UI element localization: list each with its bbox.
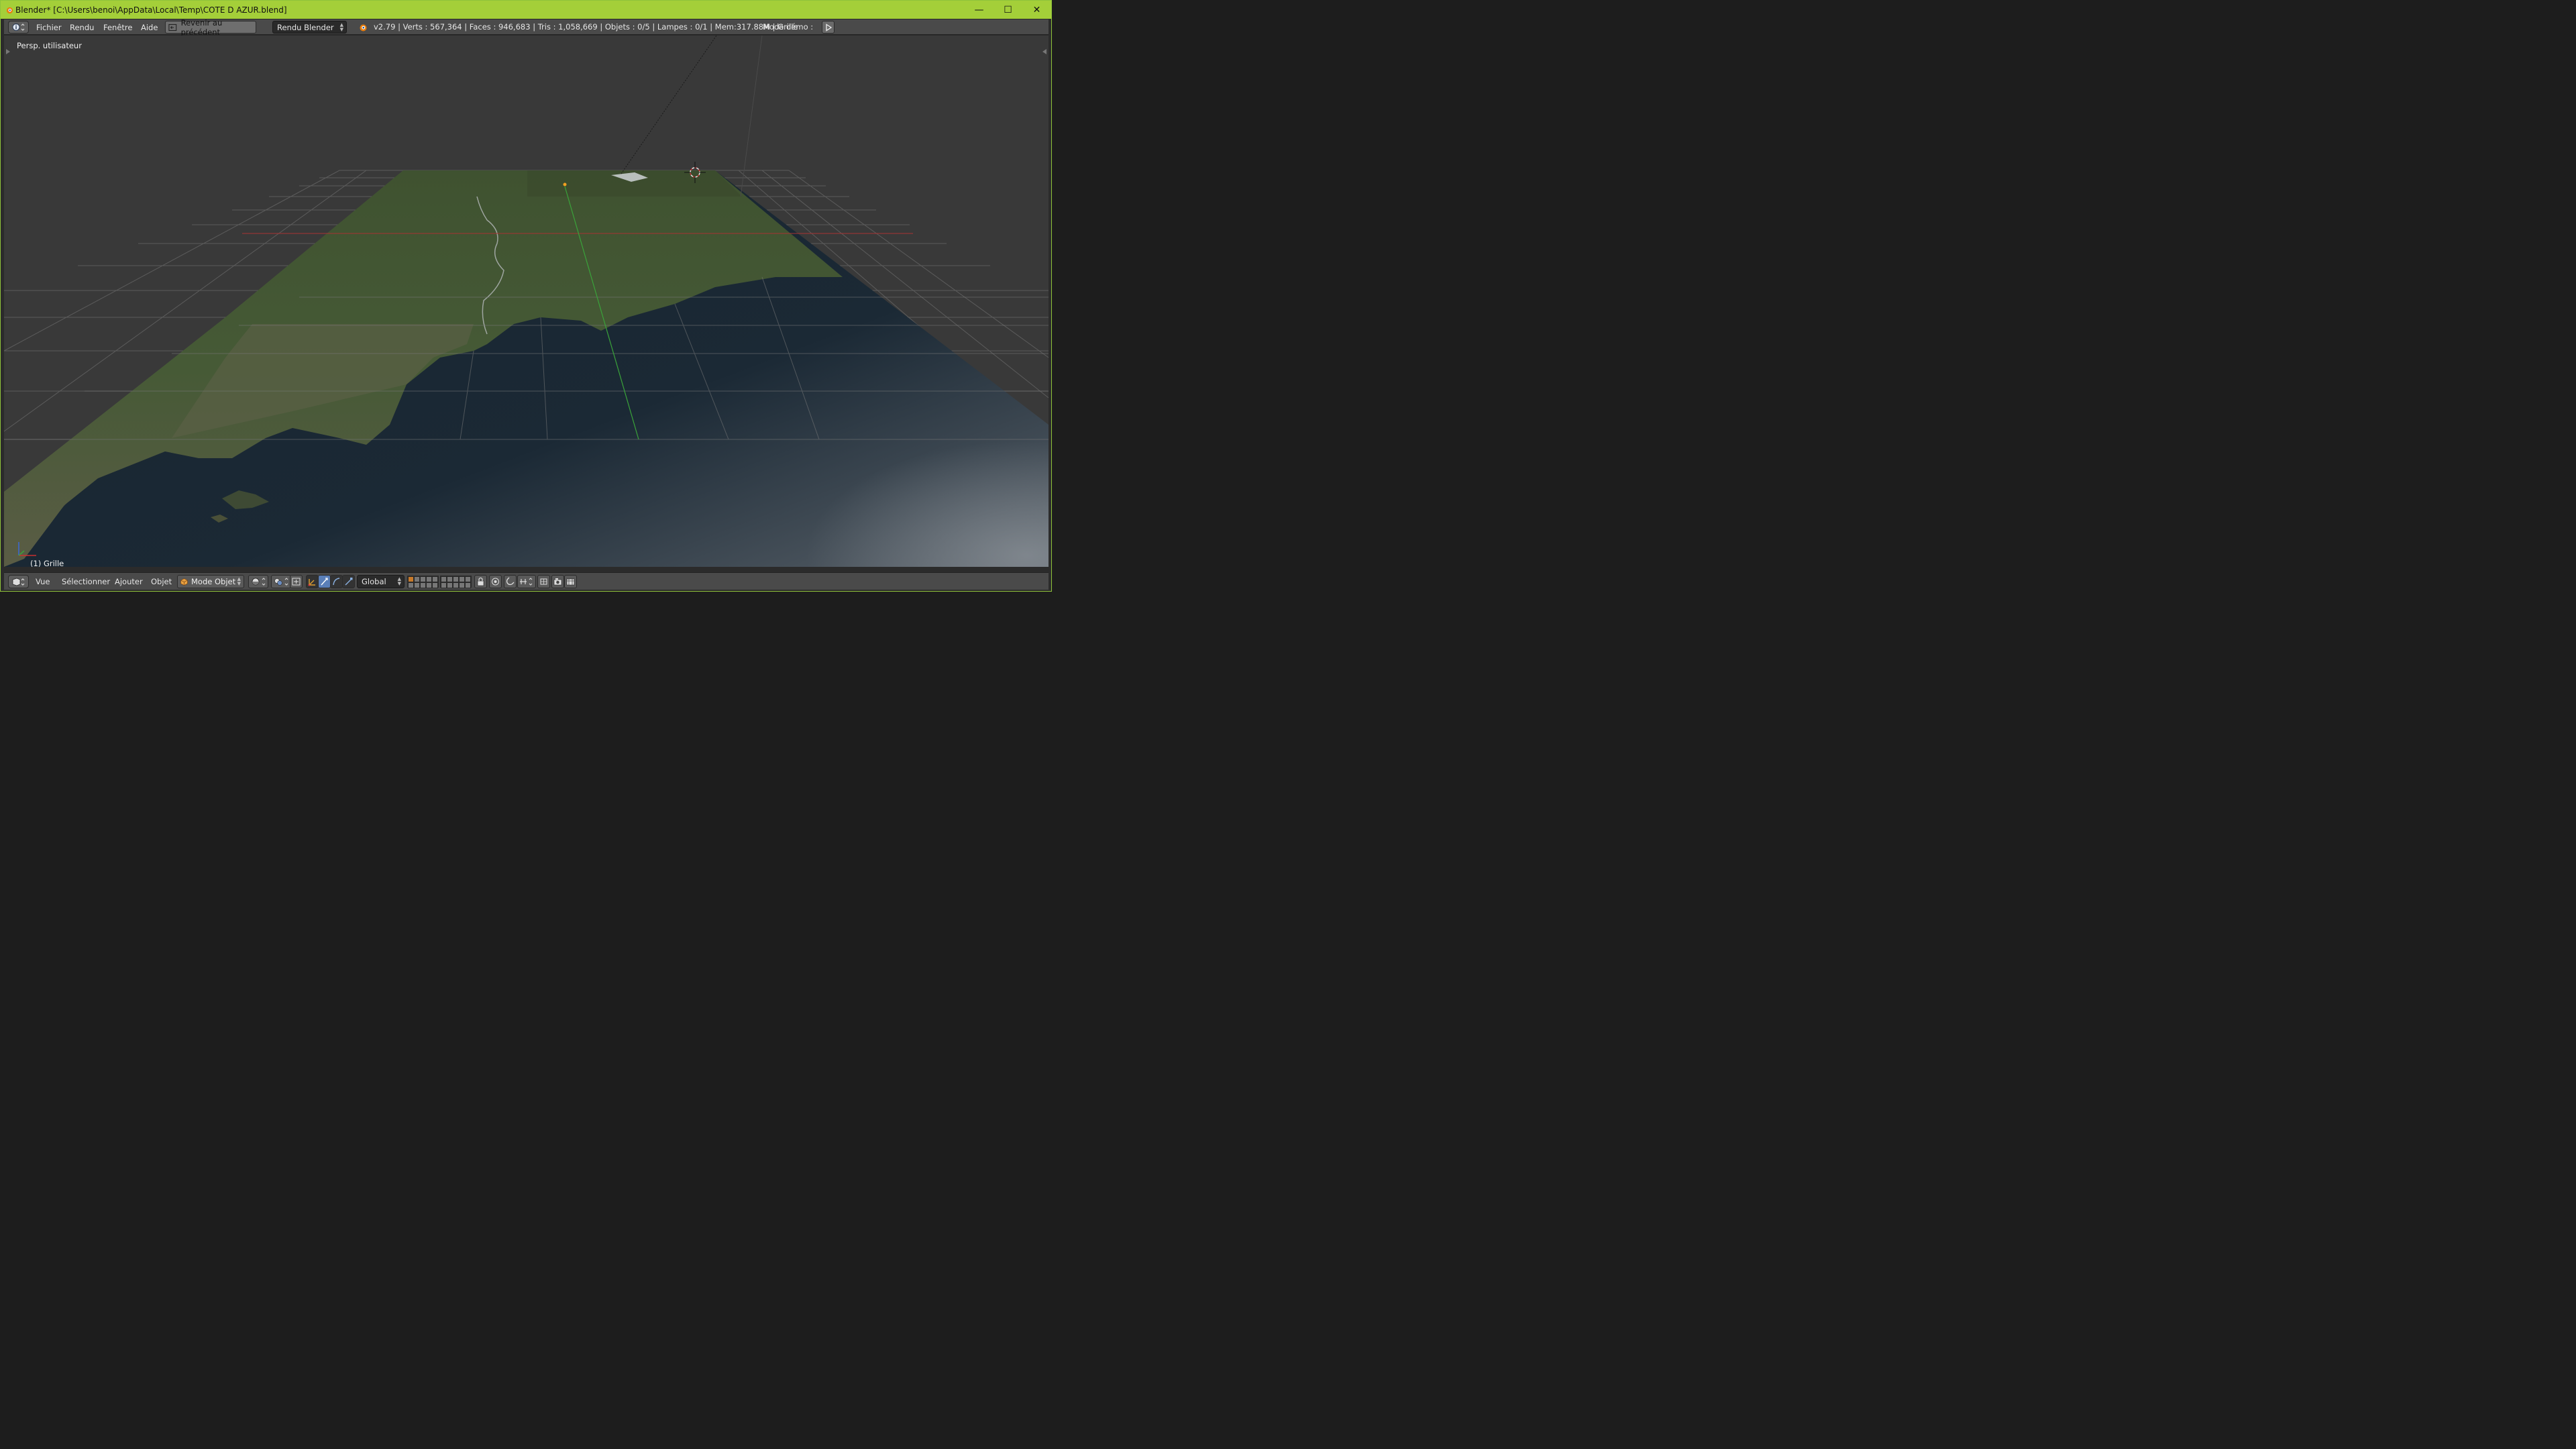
- menu-vue[interactable]: Vue: [36, 576, 50, 587]
- blender-logo-icon: [6, 7, 13, 13]
- menu-aide[interactable]: Aide: [141, 22, 158, 33]
- layer-button[interactable]: [432, 576, 438, 582]
- layer-button[interactable]: [447, 576, 453, 582]
- info-editor-type-button[interactable]: [8, 21, 29, 34]
- menu-objet[interactable]: Objet: [151, 576, 172, 587]
- object-mode-cube-icon: [180, 578, 188, 586]
- layer-button[interactable]: [453, 582, 459, 588]
- render-icon: [553, 578, 562, 586]
- translate-icon: [308, 579, 315, 586]
- viewport-shading-select[interactable]: [248, 575, 268, 588]
- layer-button[interactable]: [459, 582, 465, 588]
- layer-button[interactable]: [420, 582, 426, 588]
- scene-stats: v2.79 | Verts : 567,364 | Faces : 946,68…: [374, 22, 798, 32]
- layer-button[interactable]: [432, 582, 438, 588]
- layer-button[interactable]: [465, 582, 471, 588]
- viewport-scene: [4, 36, 1049, 567]
- layer-button[interactable]: [459, 576, 465, 582]
- snap-element-icon: [520, 578, 533, 586]
- select-arrows-icon: ▲ ▼: [339, 22, 343, 32]
- snap-target-icon: [540, 578, 547, 585]
- render-engine-select[interactable]: Rendu Blender ▲ ▼: [272, 21, 347, 34]
- snap-toggle-button[interactable]: [504, 575, 517, 588]
- transform-orientation-select[interactable]: Global ▲ ▼: [357, 575, 405, 588]
- render-engine-label: Rendu Blender: [277, 22, 334, 32]
- blender-stats-icon: [360, 24, 367, 32]
- layer-button[interactable]: [453, 576, 459, 582]
- maximize-button[interactable]: ☐: [994, 1, 1022, 19]
- anim-icon: [566, 578, 575, 586]
- lamp-direction-line: [621, 36, 717, 174]
- info-header: Fichier Rendu Fenêtre Aide Revenir au pr…: [4, 17, 1049, 37]
- select-arrows-icon: ▲ ▼: [397, 576, 401, 586]
- title-bar: Blender* [C:\Users\benoi\AppData\Local\T…: [1, 1, 1051, 19]
- layers-group-2[interactable]: [440, 576, 472, 588]
- layers-group-1[interactable]: [407, 576, 439, 588]
- active-object-label: (1) Grille: [30, 559, 64, 567]
- object-origin: [563, 182, 567, 186]
- snap-icon: [506, 577, 515, 586]
- back-screen-icon: [168, 23, 177, 31]
- mode-label: Mode Objet: [191, 577, 236, 586]
- back-button-label: Revenir au précédent: [180, 17, 223, 37]
- rotate-manipulator-button[interactable]: [318, 575, 331, 588]
- view-perspective-label: Persp. utilisateur: [17, 41, 82, 50]
- demo-mode-label: Mode démo :: [763, 22, 814, 32]
- menu-fichier[interactable]: Fichier: [36, 22, 62, 33]
- rotate-icon: [321, 578, 328, 586]
- layer-button[interactable]: [414, 576, 420, 582]
- layer-button[interactable]: [426, 576, 432, 582]
- snap-element-select[interactable]: [517, 575, 536, 588]
- arc-icon: [333, 578, 340, 586]
- menu-selectionner[interactable]: Sélectionner: [62, 576, 110, 587]
- viewport-shading-icon: [252, 578, 266, 586]
- opengl-render-button[interactable]: [551, 575, 564, 588]
- translate-manipulator-button[interactable]: [306, 575, 319, 588]
- proportional-edit-button[interactable]: [489, 575, 502, 588]
- lock-icon: [477, 577, 484, 586]
- blender-window: Blender* [C:\Users\benoi\AppData\Local\T…: [0, 0, 1052, 592]
- proportional-edit-icon: [492, 578, 499, 586]
- scale-icon: [345, 578, 353, 586]
- rotate-arc-button[interactable]: [330, 575, 343, 588]
- minimize-button[interactable]: —: [965, 1, 994, 19]
- 3d-viewport[interactable]: Persp. utilisateur (1) Grille: [4, 36, 1049, 567]
- menu-ajouter[interactable]: Ajouter: [115, 576, 143, 587]
- layer-button[interactable]: [426, 582, 432, 588]
- back-to-previous-button[interactable]: Revenir au précédent: [165, 17, 256, 37]
- interaction-mode-select[interactable]: Mode Objet ▲ ▼: [177, 575, 244, 588]
- editor-type-icon: [12, 578, 24, 586]
- menu-fenetre[interactable]: Fenêtre: [103, 22, 132, 33]
- pivot-icon: [274, 578, 288, 586]
- close-button[interactable]: ✕: [1022, 1, 1051, 19]
- layer-button[interactable]: [420, 576, 426, 582]
- editor-type-button[interactable]: [8, 575, 29, 588]
- layer-button[interactable]: [465, 576, 471, 582]
- manipulator-toggle[interactable]: [290, 575, 303, 588]
- layer-button[interactable]: [414, 582, 420, 588]
- layer-button[interactable]: [408, 582, 414, 588]
- manipulator-icon: [292, 578, 301, 586]
- snap-target-button[interactable]: [537, 575, 550, 588]
- scale-manipulator-button[interactable]: [342, 575, 355, 588]
- 3d-view-header: Vue Sélectionner Ajouter Objet Mode Obje…: [4, 572, 1049, 590]
- orientation-label: Global: [362, 577, 386, 586]
- demo-play-button[interactable]: [822, 21, 835, 34]
- opengl-anim-button[interactable]: [564, 575, 577, 588]
- layer-button[interactable]: [441, 576, 447, 582]
- lock-camera-button[interactable]: [474, 575, 487, 588]
- layer-button[interactable]: [441, 582, 447, 588]
- pivot-point-select[interactable]: [271, 575, 291, 588]
- layer-button[interactable]: [447, 582, 453, 588]
- layer-1-button[interactable]: [408, 576, 414, 582]
- play-icon: [825, 23, 832, 32]
- menu-rendu[interactable]: Rendu: [70, 22, 94, 33]
- select-arrows-icon: ▲ ▼: [237, 576, 241, 586]
- info-icon: [12, 23, 24, 31]
- window-title: Blender* [C:\Users\benoi\AppData\Local\T…: [15, 5, 287, 15]
